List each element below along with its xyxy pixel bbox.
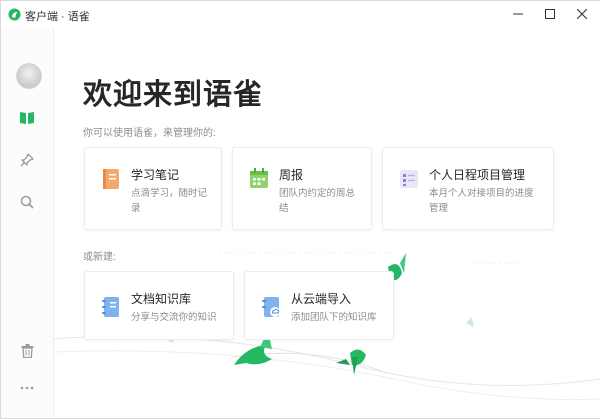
card-title: 周报: [279, 168, 304, 182]
sidebar-item-library[interactable]: [14, 105, 40, 131]
sidebar-item-search[interactable]: [14, 189, 40, 215]
card-description: 添加团队下的知识库: [291, 312, 377, 323]
sidebar: [1, 27, 54, 418]
search-icon: [20, 195, 34, 209]
card-description: 点滴学习，随时记录: [131, 188, 208, 214]
template-card-project-management[interactable]: 个人日程项目管理 本月个人对接项目的进度管理: [382, 147, 554, 230]
app-window: 客户端 · 语雀 欢迎来到语雀 你可以使用语雀，来管理你的: 学习笔记 点滴学习…: [0, 0, 600, 419]
checklist-icon: [400, 170, 418, 188]
title-bar[interactable]: 客户端 · 语雀: [1, 1, 600, 27]
card-title: 个人日程项目管理: [429, 168, 526, 182]
create-card-knowledge-base[interactable]: 文档知识库 分享与交流你的知识: [84, 271, 234, 340]
page-subtitle: 你可以使用语雀，来管理你的:: [83, 128, 216, 139]
close-icon: [577, 9, 587, 19]
pin-icon: [20, 153, 34, 167]
maximize-button[interactable]: [535, 1, 565, 27]
card-title: 学习笔记: [131, 168, 180, 182]
card-title: 从云端导入: [291, 292, 352, 306]
window-title: 客户端 · 语雀: [25, 11, 90, 23]
minimize-button[interactable]: [503, 1, 533, 27]
notebook-icon: [103, 169, 119, 189]
sidebar-item-trash[interactable]: [14, 338, 40, 364]
template-card-study-notes[interactable]: 学习笔记 点滴学习，随时记录: [84, 147, 222, 230]
card-description: 本月个人对接项目的进度管理: [429, 188, 534, 214]
card-description: 团队内约定的周总结: [279, 188, 356, 214]
cloud-import-icon: [262, 297, 280, 317]
maximize-icon: [545, 9, 555, 19]
knowledge-base-icon: [102, 297, 119, 317]
book-icon: [20, 112, 34, 124]
trash-icon: [21, 344, 33, 358]
calendar-icon: [250, 168, 268, 188]
sidebar-item-more[interactable]: [14, 375, 40, 401]
more-icon: [20, 386, 34, 390]
close-button[interactable]: [567, 1, 597, 27]
page-title: 欢迎来到语雀: [83, 79, 264, 111]
yuque-logo-icon: [8, 8, 21, 21]
new-section-label: 或新建:: [83, 252, 116, 263]
template-card-weekly-report[interactable]: 周报 团队内约定的周总结: [232, 147, 372, 230]
avatar[interactable]: [16, 63, 42, 89]
create-card-cloud-import[interactable]: 从云端导入 添加团队下的知识库: [244, 271, 394, 340]
minimize-icon: [513, 13, 523, 15]
sidebar-item-pinned[interactable]: [14, 147, 40, 173]
main-panel: 欢迎来到语雀 你可以使用语雀，来管理你的: 学习笔记 点滴学习，随时记录 周报 …: [54, 27, 600, 418]
card-title: 文档知识库: [131, 292, 192, 306]
card-description: 分享与交流你的知识: [131, 312, 217, 323]
